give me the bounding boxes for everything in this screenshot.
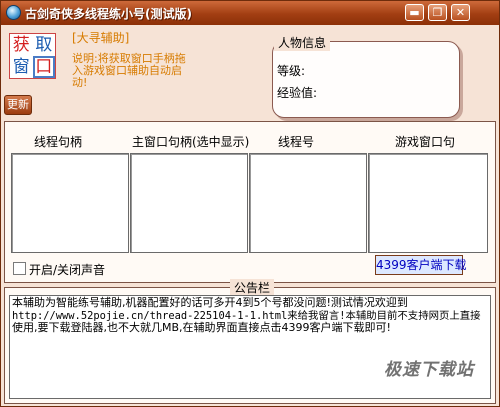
level-label: 等级: xyxy=(277,64,306,78)
instructions-text: 说明:将获取窗口手柄拖入游戏窗口辅助自动启动! xyxy=(72,52,186,89)
watermark: 极速下载站 xyxy=(384,360,474,380)
client-download-button[interactable]: 4399客户端下载 xyxy=(375,255,467,275)
notice-title: 公告栏 xyxy=(230,279,275,296)
helper-link[interactable]: [大寻辅助] xyxy=(72,29,129,46)
thread-id-header: 线程号 xyxy=(278,135,315,149)
close-button[interactable]: ✕ xyxy=(451,4,470,21)
main-window-handle-list[interactable] xyxy=(130,153,248,253)
notice-textarea[interactable]: 本辅助为智能练号辅助,机器配置好的话可多开4到5个号都没问题!测试情况欢迎到 h… xyxy=(9,295,491,399)
refresh-button[interactable]: 更新 xyxy=(4,95,32,115)
thread-handle-header: 线程句柄 xyxy=(34,135,83,149)
notice-line-3: 使用,要下载登陆器,也不大就几MB,在辅助界面直接点击4399客户端下载即可! xyxy=(12,321,391,334)
logo-char-1: 获 xyxy=(12,35,30,55)
app-window: 古剑奇侠多线程练小号(测试版) ▬ ❐ ✕ 获 取 窗 口 [大寻辅助] 说明:… xyxy=(0,0,500,407)
exp-label: 经验值: xyxy=(277,86,318,100)
minimize-button[interactable]: ▬ xyxy=(405,4,424,21)
window-title: 古剑奇侠多线程练小号(测试版) xyxy=(25,7,192,21)
character-info-title: 人物信息 xyxy=(274,34,331,51)
logo-char-3: 窗 xyxy=(12,57,30,77)
game-window-header: 游戏窗口句 xyxy=(395,135,456,149)
logo-char-2: 取 xyxy=(35,35,53,55)
character-info-box xyxy=(272,41,460,118)
game-window-list[interactable] xyxy=(368,153,488,253)
app-icon xyxy=(6,5,21,20)
sound-toggle-label: 开启/关闭声音 xyxy=(29,263,106,277)
main-window-handle-header: 主窗口句柄(选中显示) xyxy=(132,135,250,149)
logo-char-4: 口 xyxy=(32,56,55,78)
notice-line-1: 本辅助为智能练号辅助,机器配置好的话可多开4到5个号都没问题!测试情况欢迎到 xyxy=(12,296,408,309)
sound-checkbox[interactable] xyxy=(13,262,26,275)
restore-button[interactable]: ❐ xyxy=(428,4,447,21)
thread-id-list[interactable] xyxy=(249,153,367,253)
thread-handle-list[interactable] xyxy=(11,153,129,253)
window-picker-handle[interactable]: 获 取 窗 口 xyxy=(9,33,56,79)
title-bar[interactable]: 古剑奇侠多线程练小号(测试版) ▬ ❐ ✕ xyxy=(1,1,499,25)
